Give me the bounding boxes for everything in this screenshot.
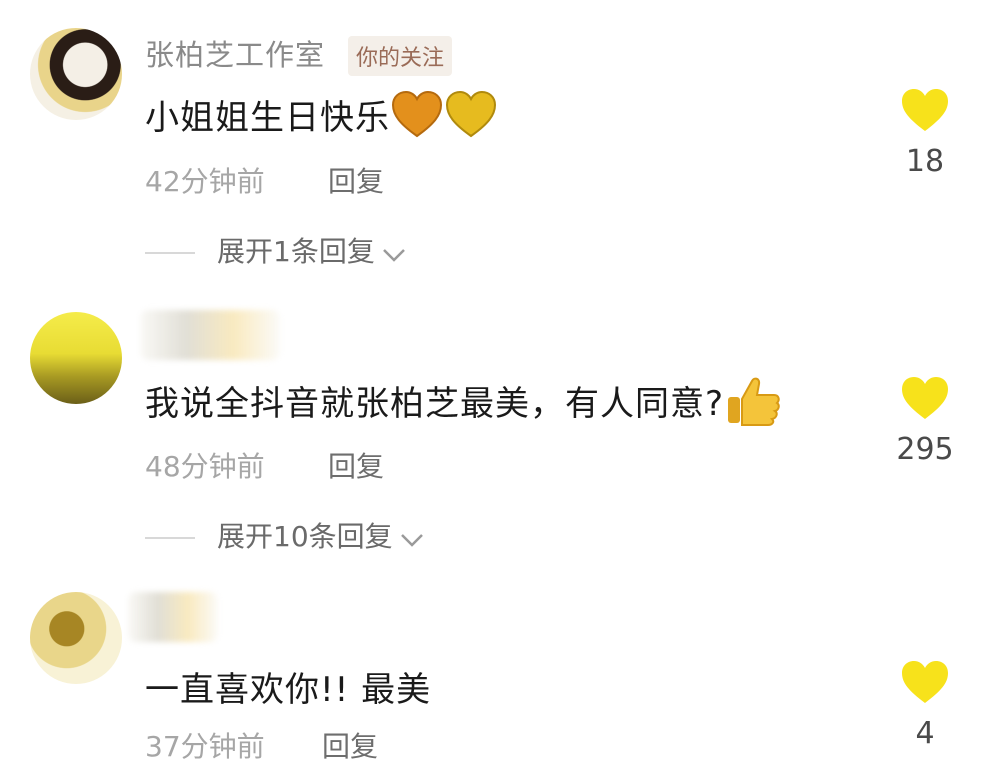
like-count: 4 xyxy=(915,716,935,751)
comment-time: 48分钟前 xyxy=(145,450,265,483)
expand-replies[interactable]: 展开1条回复 xyxy=(145,230,407,270)
like-button[interactable]: 295 xyxy=(890,376,960,467)
reply-button[interactable]: 回复 xyxy=(322,725,378,765)
yellow-heart-icon xyxy=(902,89,948,131)
chevron-down-icon xyxy=(399,522,425,555)
comment-text: 一直喜欢你!! 最美 xyxy=(145,670,432,710)
comment-time: 42分钟前 xyxy=(145,165,265,198)
reply-button[interactable]: 回复 xyxy=(328,160,384,200)
avatar[interactable] xyxy=(30,28,122,120)
comment-text-content: 我说全抖音就张柏芝最美，有人同意? xyxy=(145,384,725,424)
yellow-heart-icon xyxy=(902,661,948,703)
expand-replies-label: 展开10条回复 xyxy=(217,520,393,553)
thumbs-up-emoji xyxy=(724,375,782,436)
reply-button[interactable]: 回复 xyxy=(328,445,384,485)
username-blurred[interactable] xyxy=(140,310,280,360)
expand-replies[interactable]: 展开10条回复 xyxy=(145,515,425,555)
expand-replies-label: 展开1条回复 xyxy=(217,235,375,268)
avatar[interactable] xyxy=(30,592,122,684)
like-count: 18 xyxy=(905,144,945,179)
following-tag: 你的关注 xyxy=(348,36,453,76)
avatar[interactable] xyxy=(30,312,122,404)
like-button[interactable]: 18 xyxy=(895,88,955,179)
divider-line xyxy=(145,537,195,539)
comment-text-content: 小姐姐生日快乐 xyxy=(145,98,390,138)
username[interactable]: 张柏芝工作室 xyxy=(145,32,325,74)
divider-line xyxy=(145,252,195,254)
username-blurred[interactable] xyxy=(128,592,218,642)
like-count: 295 xyxy=(896,432,954,467)
like-button[interactable]: 4 xyxy=(895,660,955,751)
comment-text: 小姐姐生日快乐 xyxy=(145,90,498,149)
comment-time: 37分钟前 xyxy=(145,730,265,763)
comment-text: 我说全抖音就张柏芝最美，有人同意? xyxy=(145,375,782,436)
yellow-heart-icon xyxy=(902,377,948,419)
yellow-heart-emoji xyxy=(444,90,498,149)
chevron-down-icon xyxy=(381,237,407,270)
orange-heart-emoji xyxy=(390,90,444,149)
